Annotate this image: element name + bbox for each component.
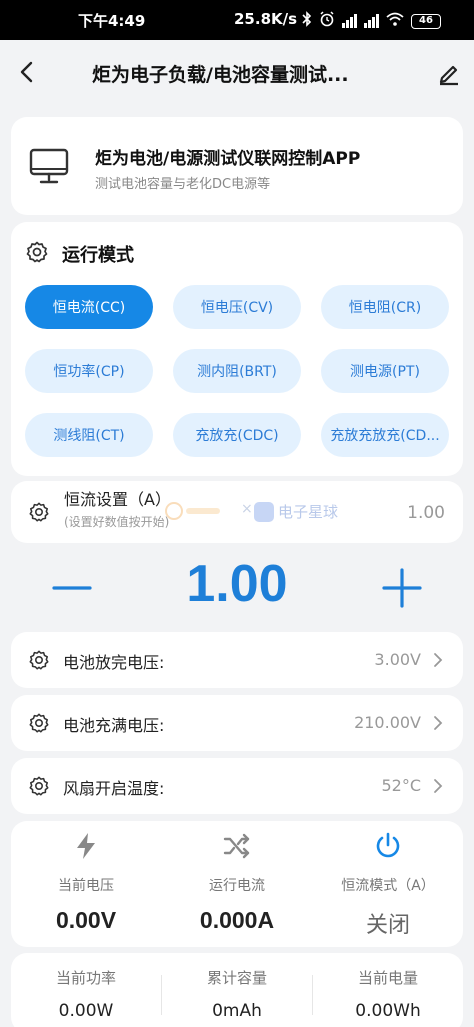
status-icons: 46 (302, 11, 441, 31)
monitor-icon (29, 147, 69, 185)
watermark-brand: 电子星球 (254, 501, 338, 522)
stat-value: 0.00Wh (355, 1001, 421, 1021)
setting-row-fan-temperature[interactable]: 风扇开启温度: 52°C (11, 758, 463, 814)
chevron-right-icon (431, 715, 445, 731)
gear-icon (25, 240, 49, 264)
stat-power: 当前功率 0.00W (11, 953, 161, 1027)
mode-button-brt[interactable]: 测内阻(BRT) (173, 349, 301, 393)
stat-value: 0.00W (58, 1001, 114, 1021)
current-setting-card[interactable]: 恒流设置（A） (设置好数值按开始) × 电子星球 1.00 (11, 481, 463, 543)
run-mode-card: 运行模式 恒电流(CC) 恒电压(CV) 恒电阻(CR) 恒功率(CP) 测内阻… (11, 222, 463, 476)
current-setting-value: 1.00 (407, 503, 445, 523)
chevron-right-icon (431, 778, 445, 794)
wifi-icon (386, 12, 404, 30)
bluetooth-icon (302, 11, 312, 31)
chevron-right-icon (431, 652, 445, 668)
header-title: 炬为电池/电源测试仪联网控制APP (95, 149, 361, 169)
stat-label: 当前电量 (357, 969, 418, 987)
current-setting-title: 恒流设置（A） (64, 490, 171, 509)
signal-icon-2 (364, 14, 379, 28)
setting-label: 风扇开启温度: (63, 779, 165, 798)
stepper-value: 1.00 (186, 555, 288, 613)
signal-icon-1 (342, 14, 357, 28)
mode-button-cp[interactable]: 恒功率(CP) (25, 349, 153, 393)
setting-row-charge-voltage[interactable]: 电池充满电压: 210.00V (11, 695, 463, 751)
watermark-brand-text: 电子星球 (278, 503, 339, 521)
header-subtitle: 测试电池容量与老化DC电源等 (95, 177, 271, 192)
mode-button-cc[interactable]: 恒电流(CC) (25, 285, 153, 329)
stat-value: 0.000A (199, 907, 275, 933)
power-icon[interactable] (373, 831, 403, 861)
stat-label: 当前电压 (58, 878, 114, 894)
setting-value: 52°C (381, 776, 421, 795)
stat-capacity: 累计容量 0mAh (162, 953, 312, 1027)
lightning-icon (71, 831, 101, 861)
mode-button-cdcdc[interactable]: 充放充放充(CD... (321, 413, 449, 457)
status-time: 下午4:49 (78, 12, 146, 30)
page-title: 炬为电子负载/电池容量测试... (92, 64, 349, 86)
stat-value: 关闭 (365, 913, 410, 938)
shuffle-icon (222, 831, 252, 861)
alarm-icon (319, 11, 335, 31)
battery-icon: 46 (411, 13, 441, 29)
setting-row-discharge-voltage[interactable]: 电池放完电压: 3.00V (11, 632, 463, 688)
app-header-card: 炬为电池/电源测试仪联网控制APP 测试电池容量与老化DC电源等 (11, 117, 463, 215)
brand-logo-icon (254, 501, 274, 522)
mode-button-pt[interactable]: 测电源(PT) (321, 349, 449, 393)
setting-label: 电池充满电压: (63, 716, 165, 735)
app-bar: 炬为电子负载/电池容量测试... (0, 40, 474, 108)
stat-value: 0mAh (212, 1001, 262, 1021)
setting-value: 3.00V (374, 650, 421, 669)
value-stepper: 1.00 (0, 550, 474, 626)
stats-panel: 当前电压 0.00V 运行电流 0.000A 恒流模式（A） 关闭 (11, 821, 463, 947)
setting-value: 210.00V (354, 713, 421, 732)
stat-label: 累计容量 (206, 969, 267, 987)
decrease-button[interactable] (50, 566, 94, 610)
gear-icon (28, 775, 50, 797)
increase-button[interactable] (380, 566, 424, 610)
status-bar: 下午4:49 25.8K/s 46 (0, 0, 474, 40)
stat-mode-power[interactable]: 恒流模式（A） 关闭 (313, 821, 463, 947)
setting-label: 电池放完电压: (63, 653, 165, 672)
mode-button-ct[interactable]: 测线阻(CT) (25, 413, 153, 457)
stat-label: 运行电流 (209, 878, 265, 894)
gear-icon (28, 649, 50, 671)
current-setting-hint: (设置好数值按开始) (64, 515, 170, 529)
network-speed: 25.8K/s (234, 10, 298, 28)
gear-icon (28, 501, 50, 523)
edit-icon[interactable] (436, 60, 462, 86)
mode-button-cdc[interactable]: 充放充(CDC) (173, 413, 301, 457)
back-icon[interactable] (14, 58, 42, 86)
stat-label: 当前功率 (55, 969, 116, 987)
stat-value: 0.00V (55, 907, 117, 933)
mode-button-cr[interactable]: 恒电阻(CR) (321, 285, 449, 329)
stat-voltage: 当前电压 0.00V (11, 821, 161, 947)
watermark-logo (164, 499, 224, 523)
run-mode-title: 运行模式 (62, 245, 134, 266)
mode-button-cv[interactable]: 恒电压(CV) (173, 285, 301, 329)
watermark-x: × (241, 501, 253, 517)
stat-energy: 当前电量 0.00Wh (313, 953, 463, 1027)
stat-current: 运行电流 0.000A (162, 821, 312, 947)
stat-label: 恒流模式（A） (341, 878, 435, 894)
stats-panel-secondary: 当前功率 0.00W 累计容量 0mAh 当前电量 0.00Wh (11, 953, 463, 1027)
gear-icon (28, 712, 50, 734)
